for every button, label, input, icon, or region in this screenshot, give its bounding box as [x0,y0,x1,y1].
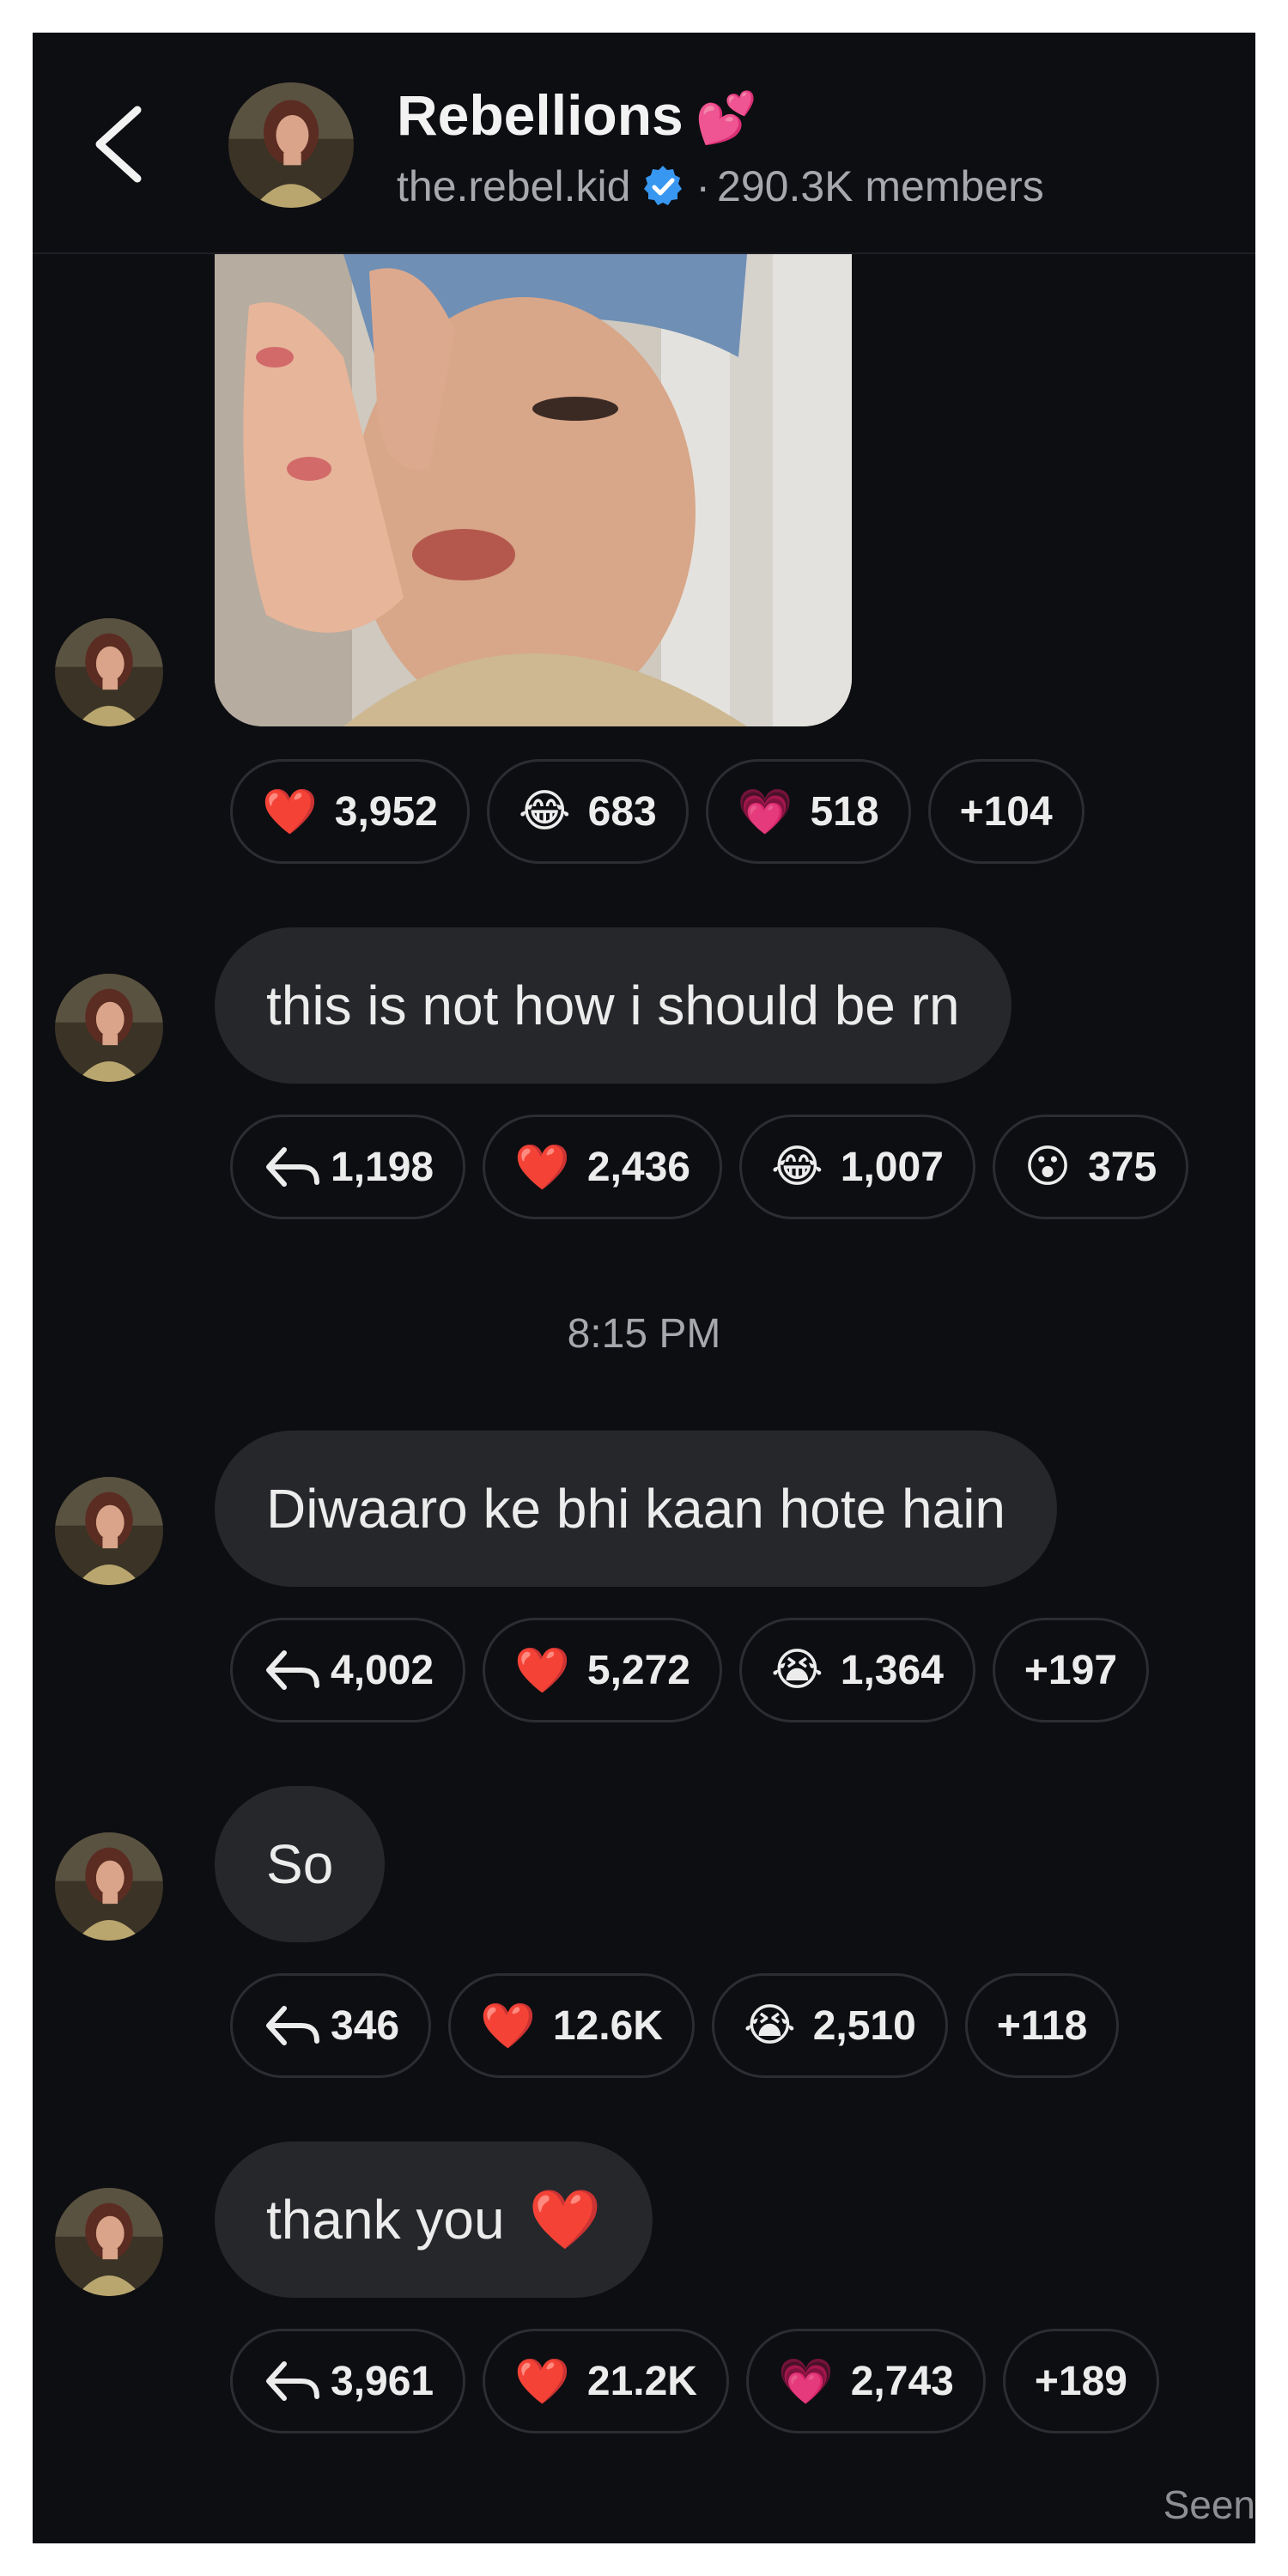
reaction-count: 21.2K [586,2358,697,2404]
reply-count-pill[interactable]: 1,198 [230,1115,466,1219]
reply-count: 4,002 [331,1647,434,1693]
reaction-count: 3,952 [334,788,438,835]
reaction-bar: 3,961 ❤️ 21.2K 💗 2,743 +189 [230,2329,1159,2433]
heart-emoji: ❤️ [480,2001,536,2051]
reaction-pill[interactable]: 😂 683 [486,759,689,864]
more-reactions-pill[interactable]: +189 [1002,2329,1159,2433]
chevron-left-icon [95,106,142,183]
reaction-count: +197 [1024,1647,1118,1693]
sender-avatar[interactable] [55,1832,163,1941]
reaction-pill[interactable]: 💗 2,743 [745,2329,986,2433]
channel-handle[interactable]: the.rebel.kid [397,161,630,211]
reaction-count: +104 [959,788,1053,835]
message-text: So [266,1833,334,1895]
member-count: 290.3K members [717,162,1044,210]
separator-dot: · [696,162,711,210]
reaction-pill[interactable]: 😮 375 [992,1115,1189,1219]
reply-count: 3,961 [331,2358,434,2404]
reaction-pill[interactable]: 😂 1,007 [739,1115,975,1219]
reply-count-pill[interactable]: 346 [230,1973,432,2078]
shared-photo[interactable] [215,254,852,726]
reaction-pill[interactable]: 💗 518 [705,759,911,864]
message-text: thank you [266,2189,505,2251]
reply-count-pill[interactable]: 3,961 [230,2329,466,2433]
reaction-pill[interactable]: ❤️ 3,952 [230,759,470,864]
heart-emoji: ❤️ [262,787,318,837]
reaction-count: 683 [587,788,657,835]
reaction-pill[interactable]: ❤️ 21.2K [483,2329,729,2433]
reaction-pill[interactable]: ❤️ 12.6K [448,1973,695,2078]
sender-avatar[interactable] [55,2188,163,2296]
laughing-emoji: 😂 [771,1142,823,1192]
reaction-bar: 4,002 ❤️ 5,272 😭 1,364 +197 [230,1618,1150,1722]
more-reactions-pill[interactable]: +118 [964,1973,1120,2078]
back-button[interactable] [88,103,148,185]
two-hearts-emoji: 💕 [695,90,757,146]
message-bubble[interactable]: thank you ❤️ [215,2142,653,2298]
reaction-count: 5,272 [586,1647,690,1693]
reaction-count: 2,510 [812,2002,916,2049]
heart-emoji: ❤️ [514,2356,570,2407]
crying-emoji: 😭 [743,2001,796,2050]
sender-avatar[interactable] [55,1477,163,1585]
pink-heart-emoji: 💗 [777,2356,834,2407]
message-text: Diwaaro ke bhi kaan hote hain [266,1478,1005,1540]
more-reactions-pill[interactable]: +197 [992,1618,1150,1722]
channel-avatar[interactable] [228,82,354,208]
reaction-count: 1,364 [840,1647,944,1693]
surprised-emoji: 😮 [1024,1142,1072,1192]
reaction-pill[interactable]: 😭 1,364 [739,1618,975,1722]
reply-arrow-icon [262,2002,322,2050]
message-bubble[interactable]: this is not how i should be rn [215,927,1012,1084]
reaction-bar: 1,198 ❤️ 2,436 😂 1,007 😮 375 [230,1115,1189,1219]
reaction-count: 1,007 [840,1144,944,1190]
reaction-bar: 346 ❤️ 12.6K 😭 2,510 +118 [230,1973,1120,2078]
sender-avatar[interactable] [55,974,163,1082]
timestamp: 8:15 PM [567,1311,721,1357]
chat-screen: Rebellions 💕 the.rebel.kid · 290.3K membe… [33,33,1255,2543]
reply-arrow-icon [262,1143,322,1191]
reaction-pill[interactable]: 😭 2,510 [711,1973,948,2078]
chat-header: Rebellions 💕 the.rebel.kid · 290.3K membe… [33,33,1255,254]
message-text: this is not how i should be rn [266,975,960,1036]
reaction-count: +118 [996,2002,1088,2049]
channel-subtitle: the.rebel.kid · 290.3K members [397,161,1044,211]
reaction-bar: ❤️ 3,952 😂 683 💗 518 +104 [230,759,1084,864]
reaction-count: 12.6K [552,2002,663,2049]
laughing-emoji: 😂 [518,787,571,836]
message-bubble[interactable]: Diwaaro ke bhi kaan hote hain [215,1431,1057,1587]
seen-status: Seen [1163,2482,1255,2527]
channel-title[interactable]: Rebellions 💕 [397,82,757,148]
crying-emoji: 😭 [771,1645,823,1695]
message-bubble[interactable]: So [215,1786,386,1942]
reaction-count: 375 [1088,1144,1157,1190]
reaction-count: +189 [1034,2358,1127,2404]
channel-title-text: Rebellions [397,83,683,147]
reaction-pill[interactable]: ❤️ 5,272 [483,1618,722,1722]
reply-count: 1,198 [331,1144,434,1190]
reaction-pill[interactable]: ❤️ 2,436 [483,1115,722,1219]
reply-count: 346 [331,2002,400,2049]
reaction-count: 2,436 [586,1144,690,1190]
reply-arrow-icon [262,1646,322,1694]
reply-arrow-icon [262,2357,322,2405]
more-reactions-pill[interactable]: +104 [927,759,1084,864]
pink-heart-emoji: 💗 [737,787,793,837]
reaction-count: 2,743 [850,2358,954,2404]
heart-emoji: ❤️ [514,1142,570,1193]
reaction-count: 518 [810,788,879,835]
sender-avatar[interactable] [55,618,163,726]
heart-emoji: ❤️ [514,1645,570,1696]
reply-count-pill[interactable]: 4,002 [230,1618,466,1722]
heart-emoji: ❤️ [528,2187,602,2252]
verified-badge-icon [641,164,685,209]
